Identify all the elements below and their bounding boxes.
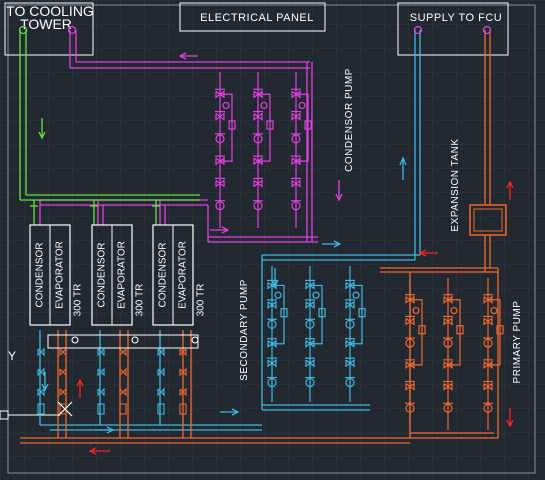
expansion-tank-label: EXPANSION TANK	[450, 138, 461, 231]
chiller-condensor-label: CONDENSOR	[97, 242, 108, 307]
chiller-condensor-label: CONDENSOR	[158, 242, 169, 307]
supply-to-fcu-label: SUPPLY TO FCU	[410, 12, 503, 24]
ucs-y-label: Y	[8, 349, 16, 363]
schematic-canvas: TO COOLING TOWER ELECTRICAL PANEL SUPPLY…	[0, 0, 545, 480]
cooling-tower-label-line2: TOWER	[20, 16, 72, 32]
primary-pump-label: PRIMARY PUMP	[512, 301, 523, 384]
chiller-condensor-label: CONDENSOR	[35, 242, 46, 307]
chiller-capacity-label: 300 TR	[135, 284, 146, 317]
chiller-capacity-label: 300 TR	[73, 284, 84, 317]
chiller-evaporator-label: EVAPORATOR	[55, 241, 66, 309]
secondary-pump-label: SECONDARY PUMP	[239, 279, 250, 381]
grid	[0, 0, 545, 480]
chiller-evaporator-label: EVAPORATOR	[178, 241, 189, 309]
electrical-panel-label: ELECTRICAL PANEL	[200, 12, 314, 24]
chilled-water-schematic: TO COOLING TOWER ELECTRICAL PANEL SUPPLY…	[0, 0, 545, 480]
chiller-evaporator-label: EVAPORATOR	[117, 241, 128, 309]
condensor-pump-label: CONDENSOR PUMP	[344, 68, 355, 172]
chiller-capacity-label: 300 TR	[196, 284, 207, 317]
